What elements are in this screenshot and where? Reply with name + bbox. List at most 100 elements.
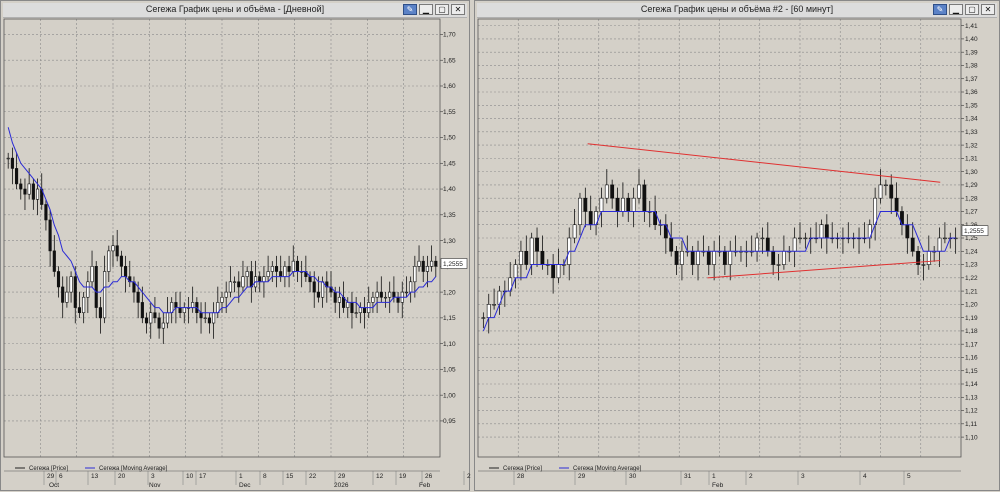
candle-body [31, 183, 35, 200]
y-tick-label: 1,37 [965, 76, 978, 83]
candle-body [149, 312, 153, 324]
candle-body [425, 266, 429, 272]
candle-body [233, 281, 237, 283]
y-tick-label: 1,33 [965, 129, 978, 136]
candle-body [535, 237, 539, 252]
candle-body [350, 302, 354, 314]
candle-body [404, 291, 409, 294]
candle-body [165, 312, 170, 324]
candle-body [182, 307, 186, 314]
date-period-label: Feb [712, 482, 724, 489]
y-tick-label: 1,27 [965, 209, 978, 216]
date-tick-label: 2 [749, 473, 753, 480]
candle-body [524, 250, 529, 265]
candle-body [674, 250, 679, 265]
y-tick-label: 1,16 [965, 355, 978, 362]
date-tick-label: 19 [399, 473, 407, 480]
candle-body [321, 281, 325, 298]
y-tick-label: 1,18 [965, 328, 978, 335]
candle-body [98, 307, 102, 319]
candle-body [937, 237, 942, 252]
candle-body [27, 183, 31, 195]
date-tick-label: 26 [425, 473, 433, 480]
chart-window-right[interactable]: Сегежа График цены и объёма #2 - [60 мин… [474, 0, 1000, 491]
candle-body [722, 250, 727, 265]
candle-body [287, 266, 291, 272]
candle-body [421, 260, 425, 272]
candle-body [178, 307, 182, 314]
candle-body [481, 317, 486, 319]
y-tick-label: 1,41 [965, 23, 978, 30]
candle-body [291, 260, 295, 272]
chart-window-left[interactable]: Сегежа График цены и объёма - [Дневной] … [0, 0, 471, 492]
candle-body [626, 197, 631, 212]
y-tick-label: 1,24 [965, 248, 978, 255]
candle-body [529, 237, 534, 265]
candle-body [270, 266, 274, 272]
candle-body [583, 197, 588, 212]
candle-body [375, 291, 379, 298]
candle-body [212, 312, 216, 324]
date-tick-label: 31 [684, 473, 692, 480]
candle-body [712, 250, 717, 265]
candle-body [161, 322, 165, 329]
candle-body [35, 188, 40, 200]
candle-body [73, 276, 77, 308]
date-period-label: Oct [49, 482, 59, 489]
candle-body [755, 237, 759, 252]
date-period-label: Nov [149, 482, 161, 489]
candle-body [279, 271, 283, 277]
last-price-label: 1,2555 [964, 228, 984, 235]
candle-body [191, 302, 195, 308]
candle-body [220, 296, 224, 303]
candle-body [371, 296, 375, 303]
date-tick-label: 4 [863, 473, 867, 480]
price-chart[interactable]: 0,951,001,051,101,151,201,251,301,351,40… [1, 1, 471, 492]
candle-body [926, 250, 931, 265]
y-tick-label: 1,40 [443, 186, 456, 193]
y-tick-label: 1,30 [965, 169, 978, 176]
candle-body [631, 197, 636, 212]
candle-body [878, 184, 883, 199]
y-tick-label: 1,31 [965, 156, 978, 163]
candle-body [379, 291, 383, 298]
candle-body [124, 266, 128, 277]
candle-body [556, 264, 561, 279]
candle-body [224, 291, 228, 298]
candle-body [910, 237, 915, 252]
date-tick-label: 5 [907, 473, 911, 480]
candle-body [519, 250, 523, 265]
candle-body [90, 266, 94, 283]
candle-body [599, 197, 604, 212]
y-tick-label: 1,19 [965, 315, 978, 322]
candle-body [798, 237, 802, 240]
candle-body [696, 250, 700, 265]
date-tick-label: 22 [309, 473, 317, 480]
y-tick-label: 1,70 [443, 32, 456, 39]
candle-body [760, 237, 765, 240]
candle-body [610, 184, 615, 199]
candle-body [274, 266, 279, 272]
candle-body [94, 266, 98, 308]
candle-body [23, 188, 27, 195]
candle-body [312, 281, 316, 293]
candle-body [56, 271, 61, 288]
candle-body [921, 264, 926, 266]
price-chart[interactable]: 1,10 1,11 1,12 1,13 1,14 1,15 1,16 1,17 1,18 1,19… [475, 1, 1000, 492]
y-tick-label: 1,22 [965, 275, 978, 282]
date-tick-label: 15 [286, 473, 294, 480]
candle-body [237, 281, 241, 288]
date-tick-label: 6 [59, 473, 63, 480]
date-tick-label: 29 [578, 473, 586, 480]
candle-body [889, 184, 894, 199]
candle-body [82, 296, 86, 314]
candle-body [69, 276, 73, 293]
date-tick-label: 3 [801, 473, 805, 480]
candle-body [765, 237, 770, 252]
candle-body [513, 264, 518, 279]
y-tick-label: 1,13 [965, 394, 978, 401]
candle-body [430, 260, 434, 267]
candle-body [283, 266, 287, 277]
candle-body [434, 260, 438, 267]
y-tick-label: 1,50 [443, 135, 456, 142]
